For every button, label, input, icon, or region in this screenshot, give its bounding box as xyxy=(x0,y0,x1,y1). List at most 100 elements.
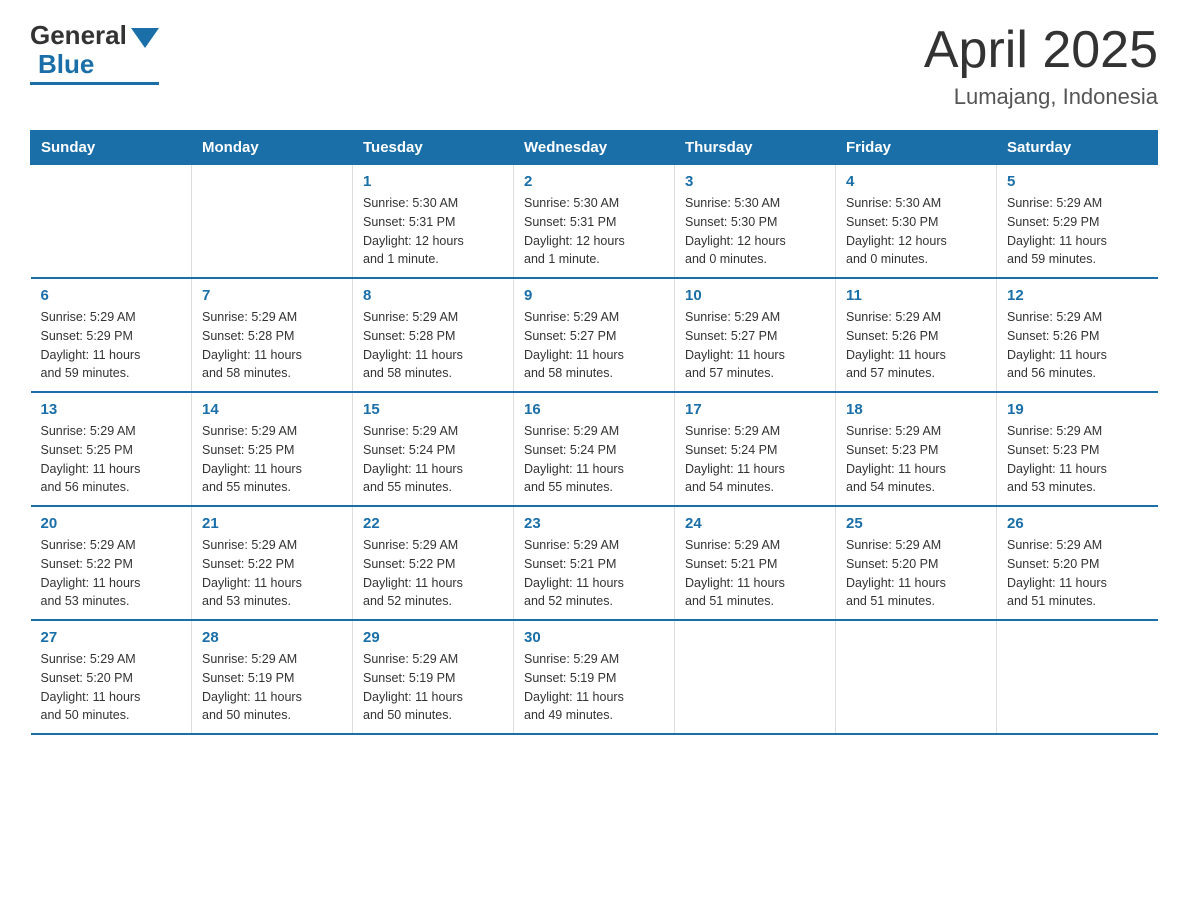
header-day-friday: Friday xyxy=(836,131,997,165)
day-number: 30 xyxy=(524,629,664,646)
calendar-table: SundayMondayTuesdayWednesdayThursdayFrid… xyxy=(30,130,1158,735)
calendar-cell: 18 Sunrise: 5:29 AM Sunset: 5:23 PM Dayli… xyxy=(836,392,997,506)
day-number: 12 xyxy=(1007,287,1148,304)
day-number: 8 xyxy=(363,287,503,304)
day-info: Sunrise: 5:29 AM Sunset: 5:22 PM Dayligh… xyxy=(363,536,503,611)
day-info: Sunrise: 5:29 AM Sunset: 5:23 PM Dayligh… xyxy=(846,422,986,497)
day-number: 26 xyxy=(1007,515,1148,532)
calendar-cell: 6 Sunrise: 5:29 AM Sunset: 5:29 PM Daylig… xyxy=(31,278,192,392)
day-number: 17 xyxy=(685,401,825,418)
calendar-cell: 2 Sunrise: 5:30 AM Sunset: 5:31 PM Daylig… xyxy=(514,165,675,279)
calendar-cell: 4Sunrise: 5:30 AM Sunset: 5:30 PM Daylig… xyxy=(836,165,997,279)
day-info: Sunrise: 5:29 AM Sunset: 5:29 PM Dayligh… xyxy=(1007,194,1148,269)
calendar-cell xyxy=(836,620,997,734)
calendar-cell: 25 Sunrise: 5:29 AM Sunset: 5:20 PM Dayli… xyxy=(836,506,997,620)
calendar-cell: 15 Sunrise: 5:29 AM Sunset: 5:24 PM Dayli… xyxy=(353,392,514,506)
calendar-cell: 21 Sunrise: 5:29 AM Sunset: 5:22 PM Dayli… xyxy=(192,506,353,620)
calendar-cell: 3Sunrise: 5:30 AM Sunset: 5:30 PM Daylig… xyxy=(675,165,836,279)
day-info: Sunrise: 5:29 AM Sunset: 5:26 PM Dayligh… xyxy=(846,308,986,383)
day-info: Sunrise: 5:29 AM Sunset: 5:19 PM Dayligh… xyxy=(363,650,503,725)
day-info: Sunrise: 5:30 AM Sunset: 5:31 PM Dayligh… xyxy=(524,194,664,269)
calendar-cell: 13 Sunrise: 5:29 AM Sunset: 5:25 PM Dayli… xyxy=(31,392,192,506)
logo-general-text: General xyxy=(30,20,127,51)
logo-triangle-icon xyxy=(131,28,159,48)
calendar-week-row: 27 Sunrise: 5:29 AM Sunset: 5:20 PM Dayli… xyxy=(31,620,1158,734)
day-info: Sunrise: 5:29 AM Sunset: 5:21 PM Dayligh… xyxy=(524,536,664,611)
day-info: Sunrise: 5:29 AM Sunset: 5:24 PM Dayligh… xyxy=(363,422,503,497)
day-number: 2 xyxy=(524,173,664,190)
page-subtitle: Lumajang, Indonesia xyxy=(924,84,1158,110)
day-number: 10 xyxy=(685,287,825,304)
calendar-cell: 26Sunrise: 5:29 AM Sunset: 5:20 PM Dayli… xyxy=(997,506,1158,620)
calendar-cell: 7 Sunrise: 5:29 AM Sunset: 5:28 PM Daylig… xyxy=(192,278,353,392)
day-info: Sunrise: 5:29 AM Sunset: 5:20 PM Dayligh… xyxy=(846,536,986,611)
day-info: Sunrise: 5:29 AM Sunset: 5:19 PM Dayligh… xyxy=(524,650,664,725)
header-day-monday: Monday xyxy=(192,131,353,165)
day-info: Sunrise: 5:29 AM Sunset: 5:19 PM Dayligh… xyxy=(202,650,342,725)
calendar-cell: 28 Sunrise: 5:29 AM Sunset: 5:19 PM Dayli… xyxy=(192,620,353,734)
calendar-cell xyxy=(31,165,192,279)
day-number: 13 xyxy=(41,401,182,418)
day-number: 21 xyxy=(202,515,342,532)
calendar-week-row: 6 Sunrise: 5:29 AM Sunset: 5:29 PM Daylig… xyxy=(31,278,1158,392)
day-number: 15 xyxy=(363,401,503,418)
day-info: Sunrise: 5:29 AM Sunset: 5:20 PM Dayligh… xyxy=(41,650,182,725)
calendar-cell: 19Sunrise: 5:29 AM Sunset: 5:23 PM Dayli… xyxy=(997,392,1158,506)
day-number: 14 xyxy=(202,401,342,418)
header-day-tuesday: Tuesday xyxy=(353,131,514,165)
calendar-cell: 17Sunrise: 5:29 AM Sunset: 5:24 PM Dayli… xyxy=(675,392,836,506)
day-info: Sunrise: 5:29 AM Sunset: 5:27 PM Dayligh… xyxy=(685,308,825,383)
logo: General Blue xyxy=(30,20,159,85)
day-info: Sunrise: 5:30 AM Sunset: 5:31 PM Dayligh… xyxy=(363,194,503,269)
day-number: 5 xyxy=(1007,173,1148,190)
day-info: Sunrise: 5:29 AM Sunset: 5:22 PM Dayligh… xyxy=(202,536,342,611)
calendar-cell: 14Sunrise: 5:29 AM Sunset: 5:25 PM Dayli… xyxy=(192,392,353,506)
header-day-saturday: Saturday xyxy=(997,131,1158,165)
day-info: Sunrise: 5:29 AM Sunset: 5:26 PM Dayligh… xyxy=(1007,308,1148,383)
logo-underline xyxy=(30,82,159,85)
day-info: Sunrise: 5:29 AM Sunset: 5:29 PM Dayligh… xyxy=(41,308,182,383)
calendar-cell: 11Sunrise: 5:29 AM Sunset: 5:26 PM Dayli… xyxy=(836,278,997,392)
day-number: 6 xyxy=(41,287,182,304)
day-info: Sunrise: 5:29 AM Sunset: 5:24 PM Dayligh… xyxy=(524,422,664,497)
page-title: April 2025 xyxy=(924,20,1158,80)
day-info: Sunrise: 5:29 AM Sunset: 5:22 PM Dayligh… xyxy=(41,536,182,611)
day-number: 24 xyxy=(685,515,825,532)
day-number: 18 xyxy=(846,401,986,418)
calendar-cell: 1 Sunrise: 5:30 AM Sunset: 5:31 PM Daylig… xyxy=(353,165,514,279)
calendar-cell: 8Sunrise: 5:29 AM Sunset: 5:28 PM Daylig… xyxy=(353,278,514,392)
day-number: 3 xyxy=(685,173,825,190)
page-header: General Blue April 2025 Lumajang, Indone… xyxy=(30,20,1158,110)
day-info: Sunrise: 5:29 AM Sunset: 5:28 PM Dayligh… xyxy=(202,308,342,383)
calendar-cell: 10 Sunrise: 5:29 AM Sunset: 5:27 PM Dayli… xyxy=(675,278,836,392)
calendar-week-row: 1 Sunrise: 5:30 AM Sunset: 5:31 PM Daylig… xyxy=(31,165,1158,279)
calendar-cell: 30 Sunrise: 5:29 AM Sunset: 5:19 PM Dayli… xyxy=(514,620,675,734)
calendar-cell: 23 Sunrise: 5:29 AM Sunset: 5:21 PM Dayli… xyxy=(514,506,675,620)
day-number: 7 xyxy=(202,287,342,304)
calendar-week-row: 20 Sunrise: 5:29 AM Sunset: 5:22 PM Dayli… xyxy=(31,506,1158,620)
day-number: 16 xyxy=(524,401,664,418)
header-day-sunday: Sunday xyxy=(31,131,192,165)
day-number: 1 xyxy=(363,173,503,190)
day-info: Sunrise: 5:29 AM Sunset: 5:25 PM Dayligh… xyxy=(41,422,182,497)
day-number: 25 xyxy=(846,515,986,532)
calendar-cell: 24 Sunrise: 5:29 AM Sunset: 5:21 PM Dayli… xyxy=(675,506,836,620)
calendar-week-row: 13 Sunrise: 5:29 AM Sunset: 5:25 PM Dayli… xyxy=(31,392,1158,506)
day-info: Sunrise: 5:29 AM Sunset: 5:21 PM Dayligh… xyxy=(685,536,825,611)
day-number: 27 xyxy=(41,629,182,646)
day-number: 20 xyxy=(41,515,182,532)
day-number: 22 xyxy=(363,515,503,532)
calendar-cell: 29 Sunrise: 5:29 AM Sunset: 5:19 PM Dayli… xyxy=(353,620,514,734)
calendar-cell: 22 Sunrise: 5:29 AM Sunset: 5:22 PM Dayli… xyxy=(353,506,514,620)
calendar-cell: 9Sunrise: 5:29 AM Sunset: 5:27 PM Daylig… xyxy=(514,278,675,392)
calendar-cell xyxy=(192,165,353,279)
calendar-cell xyxy=(675,620,836,734)
day-number: 9 xyxy=(524,287,664,304)
calendar-cell xyxy=(997,620,1158,734)
logo-blue-text: Blue xyxy=(38,49,94,80)
day-number: 23 xyxy=(524,515,664,532)
day-number: 4 xyxy=(846,173,986,190)
day-number: 28 xyxy=(202,629,342,646)
calendar-cell: 27 Sunrise: 5:29 AM Sunset: 5:20 PM Dayli… xyxy=(31,620,192,734)
day-number: 29 xyxy=(363,629,503,646)
